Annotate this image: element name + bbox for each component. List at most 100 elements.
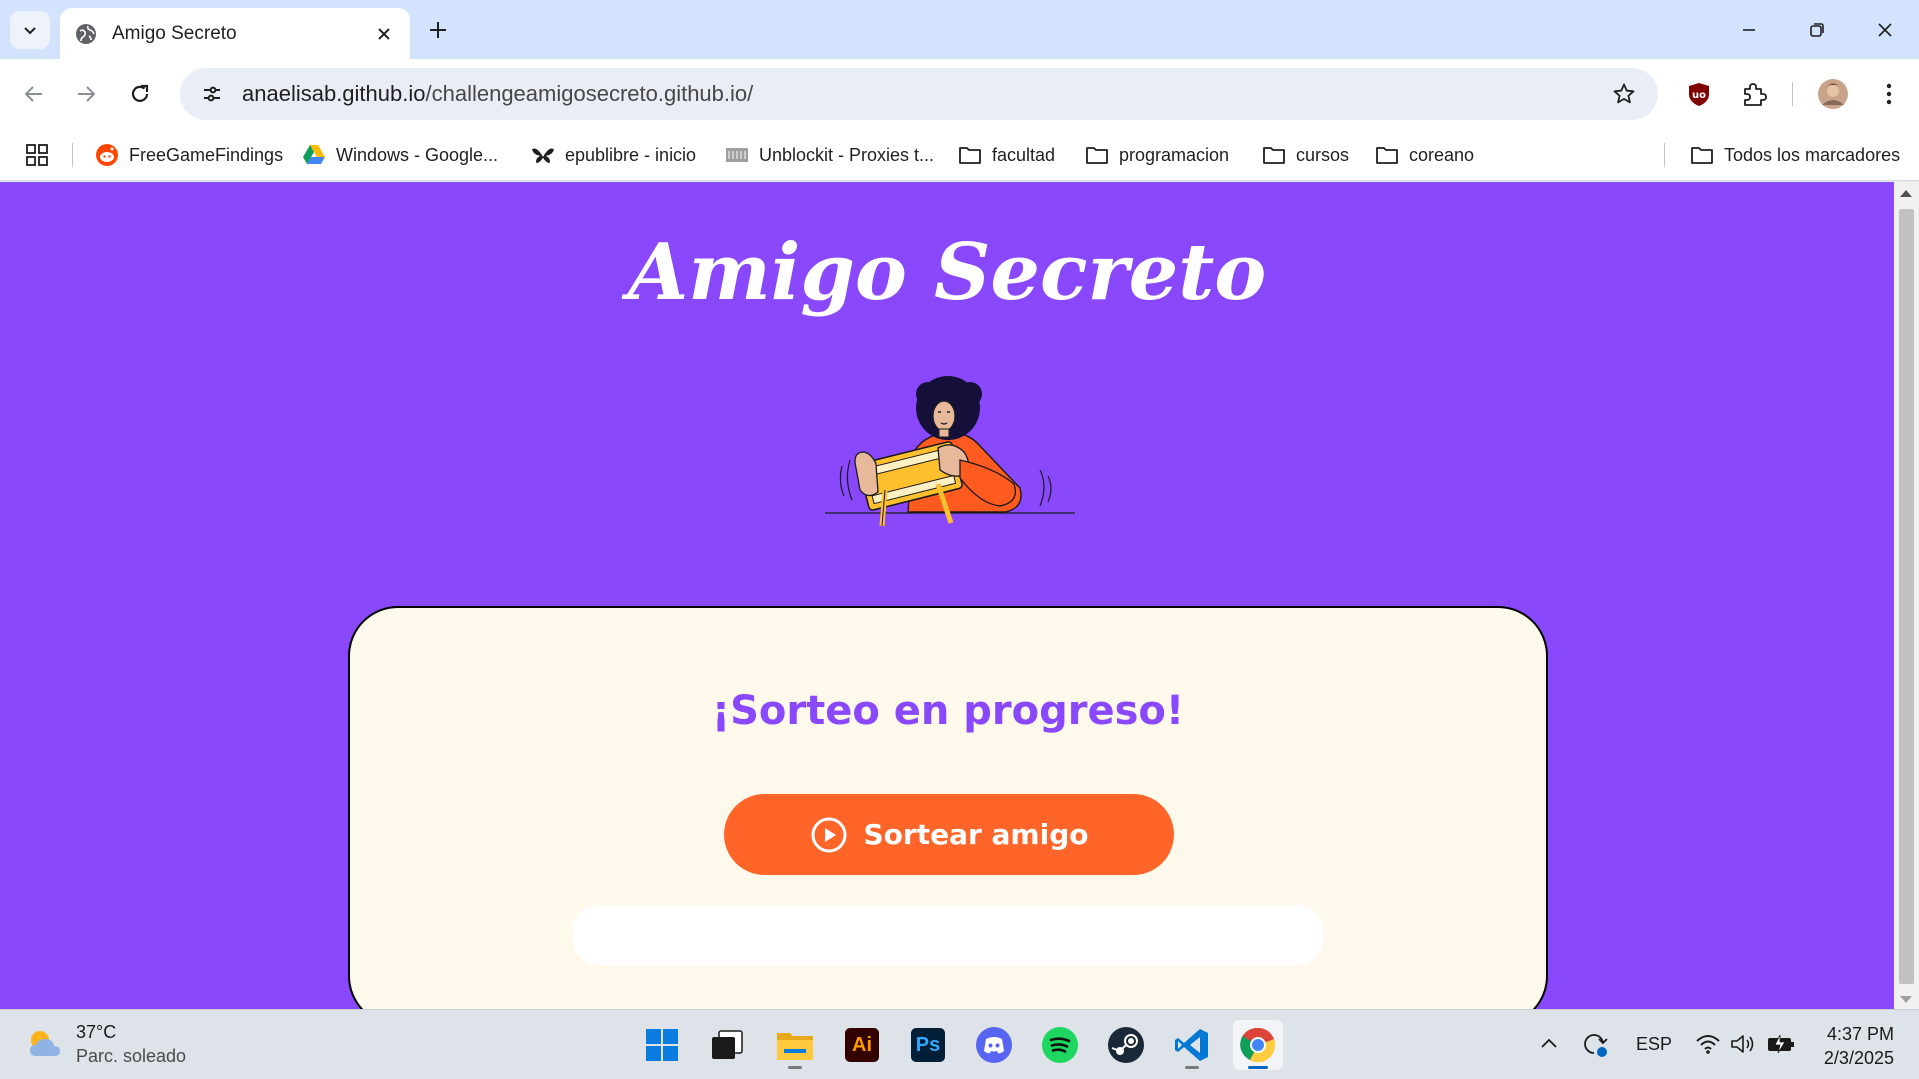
scroll-down-arrow-icon[interactable]: [1900, 996, 1912, 1003]
bookmark-folder-facultad[interactable]: facultad: [958, 137, 1055, 173]
close-window-button[interactable]: [1851, 0, 1919, 59]
minimize-button[interactable]: [1715, 0, 1783, 59]
bookmark-label: Unblockit - Proxies t...: [759, 144, 935, 165]
weather-condition: Parc. soleado: [76, 1046, 187, 1066]
illustrator-label: Ai: [852, 1033, 872, 1056]
restore-icon: [1810, 22, 1824, 37]
all-bookmarks-folder[interactable]: Todos los marcadores: [1690, 137, 1900, 173]
start-button[interactable]: [637, 1020, 687, 1070]
chevron-up-icon: [1541, 1038, 1557, 1048]
show-hidden-icons-button[interactable]: [1536, 1030, 1562, 1056]
bookmark-label: facultad: [992, 144, 1056, 165]
apps-button[interactable]: [26, 137, 48, 173]
bookmark-label: Windows - Google...: [336, 144, 499, 165]
page-viewport: Amigo Secreto ¡Sorteo en progreso! Sorte…: [0, 182, 1894, 1009]
discord-button[interactable]: [969, 1020, 1019, 1070]
close-tab-icon[interactable]: [372, 22, 396, 46]
volume-icon[interactable]: [1729, 1030, 1757, 1058]
spotify-button[interactable]: [1035, 1020, 1085, 1070]
tab-title: Amigo Secreto: [112, 22, 237, 44]
browser-toolbar: anaelisab.github.io/challengeamigosecret…: [0, 59, 1919, 129]
more-vert-icon: [1886, 83, 1892, 105]
arrow-right-icon: [78, 86, 96, 102]
task-view-button[interactable]: [702, 1020, 752, 1070]
address-bar[interactable]: anaelisab.github.io/challengeamigosecret…: [180, 68, 1658, 120]
bookmark-epublibre[interactable]: epublibre - inicio: [531, 137, 696, 173]
draw-friend-label: Sortear amigo: [863, 818, 1089, 851]
bookmark-label: programacion: [1119, 144, 1230, 165]
folder-icon: [1375, 143, 1399, 167]
clock-date: 2/3/2025: [1823, 1048, 1894, 1068]
onedrive-sync-icon[interactable]: [1580, 1030, 1610, 1060]
bookmark-star-icon[interactable]: [1604, 74, 1644, 114]
restore-button[interactable]: [1783, 0, 1851, 59]
scrollbar-thumb[interactable]: [1899, 209, 1914, 984]
page-scrollbar[interactable]: [1894, 182, 1919, 1009]
bookmark-folder-programacion[interactable]: programacion: [1085, 137, 1229, 173]
minimize-icon: [1743, 28, 1755, 31]
folder-icon: [1085, 143, 1109, 167]
tab-amigo-secreto[interactable]: Amigo Secreto: [60, 8, 410, 59]
bookmark-freegamefindings[interactable]: FreeGameFindings: [95, 137, 283, 173]
back-button[interactable]: [14, 74, 54, 114]
globe-icon: [76, 23, 96, 44]
bookmark-folder-coreano[interactable]: coreano: [1375, 137, 1474, 173]
bookmark-label: cursos: [1296, 144, 1350, 165]
bookmark-folder-cursos[interactable]: cursos: [1262, 137, 1349, 173]
bookmarks-bar: FreeGameFindings Windows - Google... epu…: [0, 129, 1919, 181]
url-text: anaelisab.github.io/challengeamigosecret…: [242, 81, 1604, 107]
running-indicator: [788, 1066, 802, 1069]
forward-button[interactable]: [66, 74, 106, 114]
unblockit-icon: [725, 143, 749, 167]
steam-icon: [1108, 1027, 1144, 1063]
reload-icon: [131, 84, 149, 102]
file-explorer-button[interactable]: [770, 1020, 820, 1070]
weather-temperature: 37°C: [76, 1022, 117, 1042]
clock-time: 4:37 PM: [1826, 1024, 1894, 1044]
extensions-puzzle-icon[interactable]: [1734, 74, 1774, 114]
toolbar-separator: [1792, 82, 1793, 106]
bookmarks-separator: [72, 143, 73, 167]
close-icon: [1878, 22, 1892, 37]
browser-menu-button[interactable]: [1869, 74, 1909, 114]
bookmarks-separator: [1664, 143, 1665, 167]
draw-friend-button[interactable]: Sortear amigo: [724, 794, 1174, 875]
epublibre-icon: [531, 143, 555, 167]
weather-widget[interactable]: 37°C Parc. soleado: [26, 1020, 186, 1068]
illustrator-button[interactable]: Ai: [837, 1020, 887, 1070]
draw-status-heading: ¡Sorteo en progreso!: [711, 688, 1185, 734]
system-clock[interactable]: 4:37 PM 2/3/2025: [1806, 1022, 1894, 1070]
bookmark-unblockit[interactable]: Unblockit - Proxies t...: [725, 137, 934, 173]
chrome-icon: [1240, 1027, 1276, 1063]
active-indicator: [1248, 1066, 1268, 1069]
vscode-icon: [1175, 1029, 1208, 1061]
google-drive-icon: [302, 143, 326, 167]
bookmark-windows-google[interactable]: Windows - Google...: [302, 137, 498, 173]
bookmark-label: epublibre - inicio: [565, 144, 697, 165]
tab-strip: Amigo Secreto: [0, 0, 1919, 59]
photoshop-label: Ps: [915, 1033, 941, 1056]
folder-icon: [1690, 143, 1714, 167]
ublock-extension-icon[interactable]: uo: [1679, 74, 1719, 114]
vscode-button[interactable]: [1167, 1020, 1217, 1070]
steam-button[interactable]: [1101, 1020, 1151, 1070]
bookmark-label: FreeGameFindings: [129, 144, 284, 165]
reload-button[interactable]: [120, 74, 160, 114]
reddit-icon: [95, 143, 119, 167]
scroll-up-arrow-icon[interactable]: [1900, 190, 1912, 197]
chrome-button[interactable]: [1233, 1020, 1283, 1070]
tab-search-button[interactable]: [10, 11, 50, 49]
wifi-icon[interactable]: [1694, 1030, 1722, 1058]
new-tab-button[interactable]: [422, 14, 454, 46]
task-view-icon: [712, 1030, 743, 1059]
discord-icon: [976, 1027, 1012, 1063]
battery-charging-icon[interactable]: [1766, 1030, 1796, 1058]
url-host: anaelisab.github.io: [242, 81, 426, 106]
site-info-icon[interactable]: [186, 68, 238, 120]
photoshop-button[interactable]: Ps: [903, 1020, 953, 1070]
input-language[interactable]: ESP: [1636, 1034, 1672, 1055]
arrow-left-icon: [24, 86, 42, 102]
profile-avatar[interactable]: [1813, 74, 1853, 114]
svg-text:uo: uo: [1692, 90, 1706, 101]
file-explorer-icon: [777, 1033, 813, 1060]
